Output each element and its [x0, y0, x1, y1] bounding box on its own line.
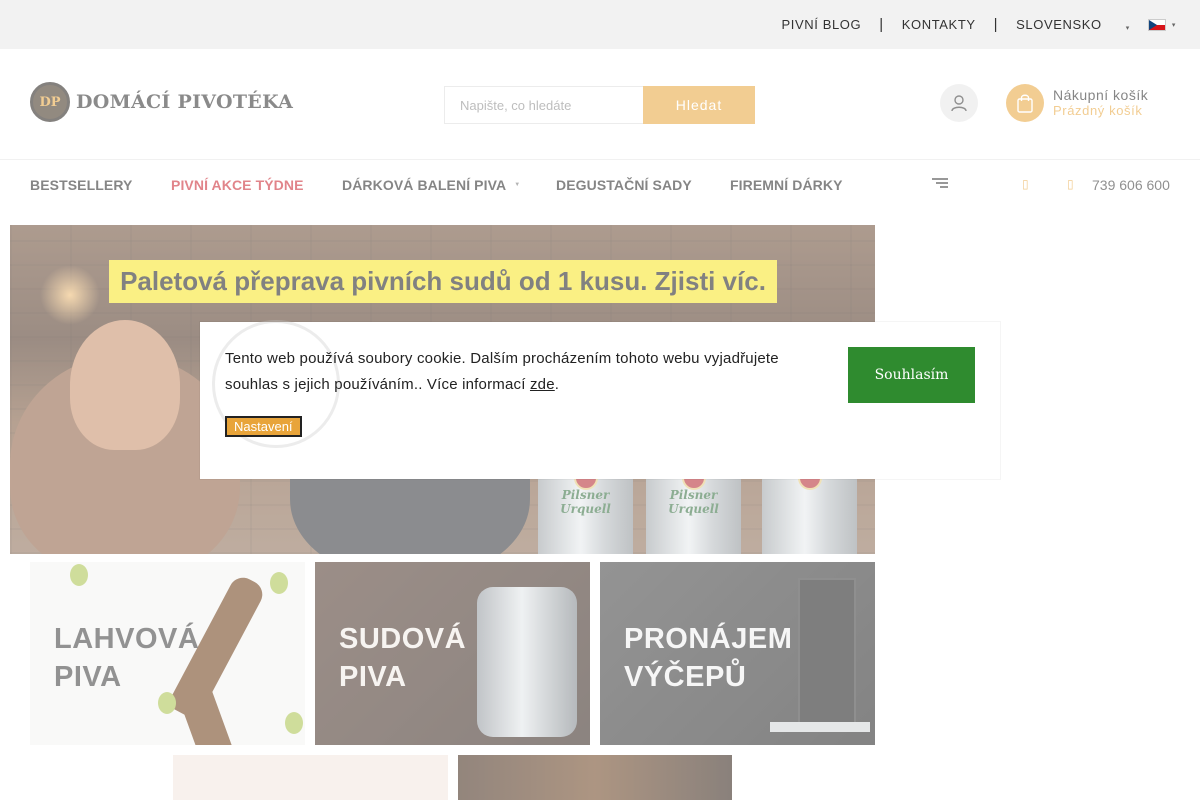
cookie-settings-button[interactable]: Nastavení [225, 416, 302, 437]
separator: | [993, 16, 999, 33]
cookie-message: Tento web používá soubory cookie. Dalším… [225, 350, 779, 393]
separator: | [879, 16, 884, 33]
top-link-blog[interactable]: PIVNÍ BLOG [782, 17, 862, 32]
cookie-accept-button[interactable]: Souhlasím [848, 347, 975, 403]
cz-flag-icon[interactable] [1147, 18, 1166, 31]
cookie-dialog: Tento web používá soubory cookie. Dalším… [200, 320, 1000, 479]
cookie-info-link[interactable]: zde [530, 376, 555, 393]
top-link-slovakia[interactable]: SLOVENSKO [1016, 17, 1102, 32]
top-links: PIVNÍ BLOG | KONTAKTY | SLOVENSKO ▾ ▾ [782, 0, 1176, 49]
language-chevron-icon[interactable]: ▾ [1172, 21, 1176, 29]
top-link-contacts[interactable]: KONTAKTY [902, 17, 976, 32]
chevron-down-icon[interactable]: ▾ [1126, 24, 1130, 32]
top-bar: PIVNÍ BLOG | KONTAKTY | SLOVENSKO ▾ ▾ [0, 0, 1200, 49]
